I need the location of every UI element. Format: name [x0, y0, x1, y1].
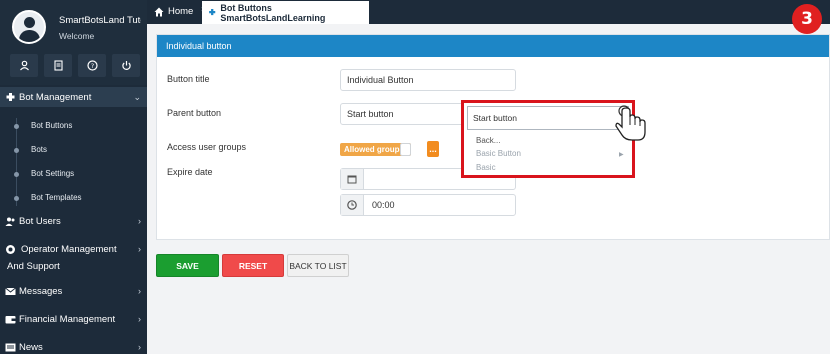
sidebar-subitem-bot-templates[interactable]: Bot Templates: [0, 193, 147, 205]
user-panel: SmartBotsLand Tuto Welcome ?: [0, 0, 147, 85]
sidebar-item-label: Messages: [19, 285, 63, 297]
sidebar: SmartBotsLand Tuto Welcome ? Bot Managem…: [0, 0, 147, 354]
wallet-icon: [4, 313, 16, 325]
profile-icon: [19, 60, 29, 71]
sidebar-subitem-bot-settings[interactable]: Bot Settings: [0, 169, 147, 181]
chevron-right-icon: ›: [138, 286, 141, 296]
dropdown-option-back[interactable]: Back...: [476, 136, 500, 145]
tab-bot-buttons[interactable]: Bot Buttons SmartBotsLandLearning: [202, 1, 369, 24]
dropdown-selected-value[interactable]: Start button: [467, 106, 629, 130]
sidebar-subitem-bots[interactable]: Bots: [0, 145, 147, 157]
svg-text:?: ?: [90, 62, 93, 70]
sidebar-item-label: Bot Users: [19, 215, 61, 227]
dropdown-options: Back... Basic Button ▶ Basic: [467, 132, 629, 173]
sidebar-item-label: Operator Management And Support: [7, 244, 117, 272]
puzzle-icon: [4, 91, 16, 103]
calendar-icon[interactable]: [341, 169, 364, 189]
home-icon: [154, 7, 164, 16]
more-groups-button[interactable]: ...: [427, 141, 439, 157]
sidebar-item-label: News: [19, 341, 43, 353]
tab-home[interactable]: Home: [154, 6, 193, 17]
puzzle-icon: [209, 9, 216, 16]
button-title-input[interactable]: Individual Button: [340, 69, 516, 91]
profile-button[interactable]: [10, 54, 38, 77]
chevron-right-icon: ›: [138, 216, 141, 226]
sidebar-item-bot-users[interactable]: Bot Users ›: [0, 213, 147, 229]
sidebar-item-label: Financial Management: [19, 313, 116, 325]
save-button[interactable]: SAVE: [156, 254, 219, 277]
chevron-right-icon: ›: [138, 314, 141, 324]
sidebar-subitem-bot-buttons[interactable]: Bot Buttons: [0, 121, 147, 133]
expire-date-label: Expire date: [167, 167, 213, 177]
chevron-right-icon: ›: [138, 244, 141, 254]
allowed-groups-toggle[interactable]: Allowed groups: [340, 143, 411, 156]
user-name: SmartBotsLand Tuto: [59, 15, 141, 26]
help-button[interactable]: ?: [78, 54, 106, 77]
caret-right-icon: ▶: [619, 152, 624, 158]
parent-button-dropdown: Start button Back... Basic Button ▶ Basi…: [461, 100, 635, 178]
top-bar: Home × Bot Buttons SmartBotsLandLearning: [147, 0, 830, 24]
avatar: [12, 10, 46, 44]
sidebar-item-bot-management[interactable]: Bot Management ⌄: [0, 87, 147, 107]
panel-title: Individual button: [157, 35, 829, 57]
document-button[interactable]: [44, 54, 72, 77]
users-icon: [4, 215, 16, 227]
access-user-groups-label: Access user groups: [167, 142, 247, 152]
user-welcome: Welcome: [59, 31, 95, 41]
pointing-hand-icon: [615, 105, 646, 141]
chevron-down-icon: ⌄: [133, 91, 141, 102]
parent-button-select[interactable]: Start button: [340, 103, 466, 125]
back-to-list-button[interactable]: BACK TO LIST: [287, 254, 349, 277]
button-title-label: Button title: [167, 74, 210, 84]
sidebar-item-messages[interactable]: Messages ›: [0, 283, 147, 299]
clock-icon[interactable]: [341, 195, 364, 215]
expire-time-input[interactable]: 00:00: [340, 194, 516, 216]
sidebar-item-label: Bot Management: [19, 91, 92, 103]
power-icon: [121, 61, 131, 70]
envelope-icon: [4, 285, 16, 297]
document-icon: [53, 60, 63, 71]
sidebar-item-financial-management[interactable]: Financial Management ›: [0, 311, 147, 327]
dropdown-option-basic[interactable]: Basic: [476, 163, 496, 172]
newspaper-icon: [4, 341, 16, 353]
chevron-right-icon: ›: [138, 342, 141, 352]
dropdown-option-basic-button[interactable]: Basic Button: [476, 149, 521, 158]
step-badge: 3: [792, 4, 822, 34]
user-actions: ?: [10, 54, 140, 77]
help-icon: ?: [86, 60, 98, 71]
sidebar-item-news[interactable]: News ›: [0, 339, 147, 354]
reset-button[interactable]: RESET: [222, 254, 284, 277]
parent-button-label: Parent button: [167, 108, 222, 118]
logout-button[interactable]: [112, 54, 140, 77]
sidebar-item-operator-management[interactable]: Operator Management And Support ›: [0, 241, 147, 273]
